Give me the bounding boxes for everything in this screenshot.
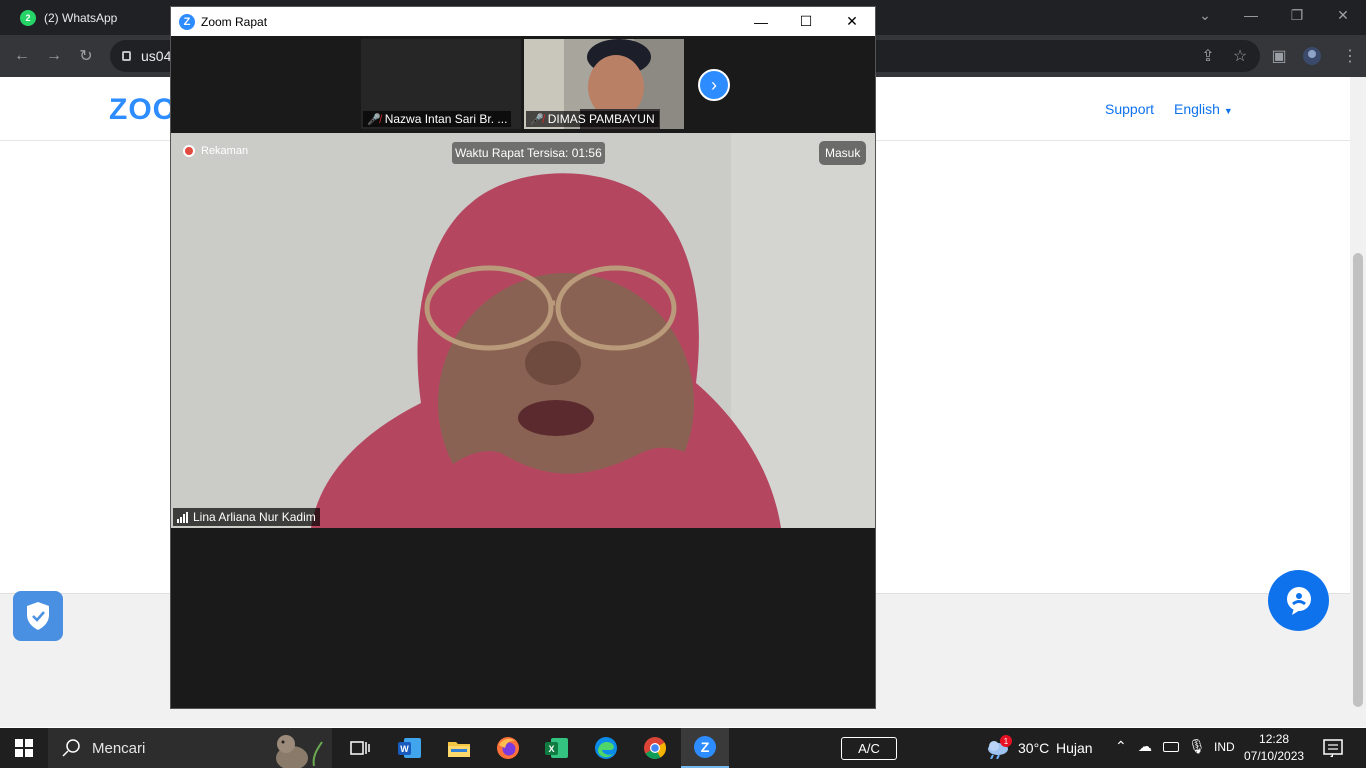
battery-ac-indicator[interactable]: A/C (841, 737, 897, 760)
whatsapp-icon: 2 (20, 9, 36, 26)
participant-label: 🎤̸ Nazwa Intan Sari Br. ... (363, 111, 512, 127)
muted-mic-icon: 🎤̸ (530, 113, 544, 126)
microphone-icon[interactable]: 🎙 (1188, 738, 1206, 755)
speaker-video-image (171, 133, 875, 528)
security-shield-icon[interactable] (13, 591, 63, 641)
support-link[interactable]: Support (1105, 101, 1154, 117)
maximize-button[interactable]: ☐ (783, 7, 829, 36)
reload-icon[interactable]: ↻ (72, 42, 100, 70)
svg-text:X: X (548, 744, 554, 754)
close-button[interactable]: ✕ (829, 7, 875, 36)
search-highlight-illustration-icon (276, 735, 323, 768)
participant-tile[interactable]: 🎤̸ Nazwa Intan Sari Br. ... (361, 39, 521, 129)
forward-icon[interactable]: → (40, 42, 68, 70)
clock-time: 12:28 (1259, 732, 1290, 746)
svg-text:W: W (400, 744, 409, 754)
edge-icon[interactable] (582, 728, 630, 768)
participant-tile[interactable]: 🎤̸ DIMAS PAMBAYUN (524, 39, 684, 129)
window-title: Zoom Rapat (201, 14, 268, 29)
battery-icon[interactable] (1163, 742, 1179, 752)
active-speaker-video: Rekaman Waktu Rapat Tersisa: 01:56 Masuk… (171, 133, 875, 528)
word-icon[interactable]: W (386, 728, 434, 768)
participant-label: 🎤̸ DIMAS PAMBAYUN (526, 111, 659, 127)
weather-condition[interactable]: Hujan (1056, 740, 1093, 756)
zoom-logo[interactable]: ZOO (109, 93, 177, 127)
browser-restore-button[interactable]: ❐ (1274, 0, 1320, 30)
minimize-button[interactable]: — (738, 7, 784, 36)
zoom-app-icon: Z (179, 13, 195, 30)
chevron-up-icon[interactable]: ⌃ (1115, 738, 1127, 755)
signal-strength-icon (177, 511, 188, 523)
system-clock[interactable]: 12:28 07/10/2023 (1244, 731, 1304, 765)
start-button[interactable] (0, 728, 48, 768)
chrome-icon[interactable] (631, 728, 679, 768)
svg-text:Z: Z (701, 739, 710, 755)
bookmark-star-icon[interactable]: ☆ (1226, 42, 1254, 70)
page-scrollbar[interactable] (1350, 77, 1366, 727)
speaker-name-label: Lina Arliana Nur Kadim (173, 508, 320, 526)
url-text: us04 (141, 48, 172, 64)
scroll-thumb[interactable] (1353, 253, 1363, 707)
recording-indicator: Rekaman (183, 145, 248, 157)
tab-title: (2) WhatsApp (44, 10, 118, 25)
taskbar-search[interactable]: Mencari (48, 728, 332, 768)
search-placeholder: Mencari (92, 739, 146, 757)
share-icon[interactable]: ⇪ (1194, 42, 1222, 70)
browser-minimize-button[interactable]: — (1228, 0, 1274, 30)
profile-avatar[interactable] (1298, 42, 1326, 70)
browser-menu-icon[interactable]: ⋮ (1336, 42, 1364, 70)
next-page-button[interactable]: › (698, 69, 730, 101)
search-icon (62, 739, 80, 757)
meeting-time-remaining: Waktu Rapat Tersisa: 01:56 (452, 142, 605, 164)
weather-badge: 1 (1000, 735, 1012, 747)
notification-center-icon[interactable] (1323, 738, 1343, 763)
zoom-meeting-window: Z Zoom Rapat — ☐ ✕ 🎤̸ Nazwa Intan Sari B… (170, 6, 876, 709)
back-icon[interactable]: ← (8, 42, 36, 70)
clock-date: 07/10/2023 (1244, 749, 1305, 763)
onedrive-cloud-icon[interactable]: ☁ (1138, 738, 1152, 755)
task-view-icon[interactable] (336, 728, 384, 768)
windows-logo-icon (15, 739, 33, 757)
windows-taskbar: Mencari W X Z A/C 1 30°C Hujan ⌃ ☁ 🎙 IND… (0, 728, 1366, 768)
chat-support-button[interactable] (1268, 570, 1329, 631)
temperature[interactable]: 30°C (1018, 740, 1049, 756)
recording-dot-icon (183, 145, 195, 157)
zoom-titlebar: Z Zoom Rapat — ☐ ✕ (171, 7, 875, 36)
browser-close-button[interactable]: ✕ (1320, 0, 1366, 30)
muted-mic-icon: 🎤̸ (367, 113, 381, 126)
tab-search-icon[interactable]: ⌄ (1182, 0, 1228, 30)
input-language[interactable]: IND (1214, 740, 1235, 754)
file-explorer-icon[interactable] (435, 728, 483, 768)
zoom-taskbar-icon[interactable]: Z (681, 728, 729, 768)
participant-thumbnail-strip: 🎤̸ Nazwa Intan Sari Br. ... 🎤̸ DIMAS PAM… (171, 36, 875, 133)
masuk-button[interactable]: Masuk (819, 141, 867, 165)
excel-icon[interactable]: X (533, 728, 581, 768)
side-panel-icon[interactable]: ▣ (1265, 42, 1293, 70)
caret-down-icon: ▼ (1223, 106, 1233, 116)
language-select[interactable]: English ▼ (1174, 101, 1233, 117)
firefox-icon[interactable] (484, 728, 532, 768)
lock-icon (122, 51, 131, 61)
weather-icon[interactable]: 1 (985, 735, 1012, 760)
